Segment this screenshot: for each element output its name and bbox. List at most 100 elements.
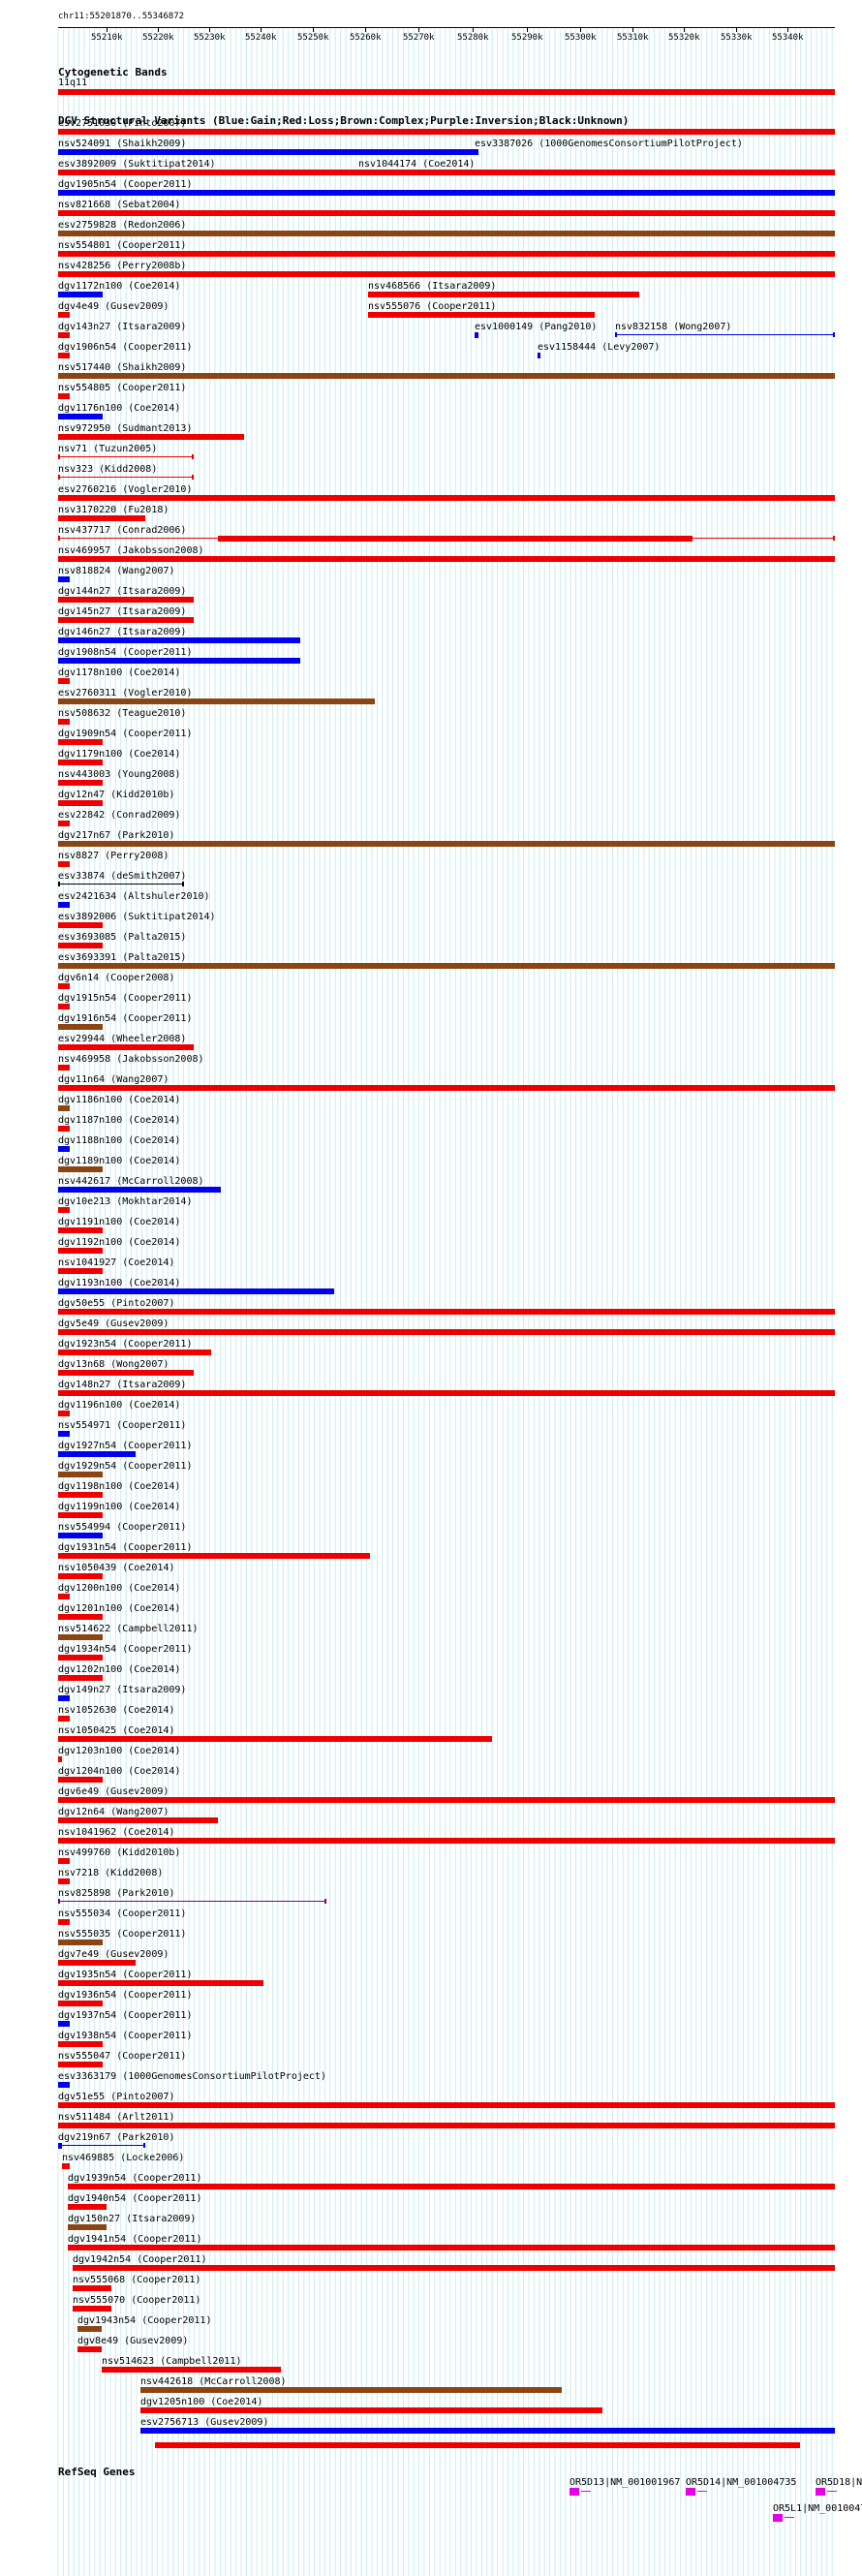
variant-bar[interactable] [68,2184,835,2189]
variant-label[interactable]: nsv832158 (Wong2007) [615,322,731,333]
variant-label[interactable]: esv3363179 (1000GenomesConsortiumPilotPr… [58,2071,326,2083]
variant-bar[interactable] [58,210,835,216]
variant-bar[interactable] [102,2367,281,2373]
variant-label[interactable]: nsv818824 (Wang2007) [58,566,174,577]
variant-label[interactable]: dgv1186n100 (Coe2014) [58,1095,180,1106]
variant-bar[interactable] [58,456,194,457]
variant-bar[interactable] [58,1024,103,1030]
variant-bar[interactable] [58,1980,263,1986]
variant-label[interactable]: dgv1188n100 (Coe2014) [58,1135,180,1147]
variant-label[interactable]: dgv10e213 (Mokhtar2014) [58,1196,192,1208]
variant-bar[interactable] [58,149,475,155]
variant-bar[interactable] [58,597,194,603]
variant-bar[interactable] [58,1797,835,1803]
variant-bar[interactable] [58,2021,70,2027]
variant-bar-segment[interactable] [218,536,693,542]
variant-label[interactable]: esv33874 (deSmith2007) [58,871,186,883]
variant-bar[interactable] [58,1512,103,1518]
variant-bar[interactable] [58,1472,103,1477]
variant-bar[interactable] [77,2326,102,2332]
variant-bar[interactable] [58,922,103,928]
gene-bar[interactable] [686,2488,695,2496]
gene-bar[interactable] [816,2488,825,2496]
variant-label[interactable]: esv3387026 (1000GenomesConsortiumPilotPr… [475,139,743,150]
variant-bar[interactable] [58,1004,70,1009]
variant-bar[interactable] [58,1390,835,1396]
variant-bar[interactable] [58,1431,70,1437]
variant-bar[interactable] [58,1878,70,1884]
variant-bar[interactable] [58,963,835,969]
variant-bar[interactable] [58,1695,70,1701]
variant-bar[interactable] [615,334,835,335]
variant-bar[interactable] [58,1492,103,1498]
variant-bar[interactable] [73,2285,111,2291]
variant-bar[interactable] [58,2062,103,2067]
variant-bar[interactable] [58,2102,835,2108]
variant-bar[interactable] [58,292,103,297]
variant-bar[interactable] [58,884,184,885]
variant-bar[interactable] [58,1777,103,1783]
variant-bar[interactable] [58,576,70,582]
variant-bar-segment[interactable] [58,2143,62,2149]
variant-bar[interactable] [368,312,595,318]
variant-bar[interactable] [58,1960,136,1966]
variant-bar[interactable] [58,1207,70,1213]
variant-bar[interactable] [58,2082,70,2088]
variant-bar[interactable] [58,637,300,643]
variant-label[interactable]: nsv555034 (Cooper2011) [58,1909,186,1920]
variant-label[interactable]: nsv554971 (Cooper2011) [58,1420,186,1432]
variant-bar[interactable] [58,1756,62,1762]
variant-bar[interactable] [58,698,375,704]
variant-bar[interactable] [475,332,478,338]
variant-bar[interactable] [58,719,70,725]
variant-bar[interactable] [58,1553,370,1559]
variant-bar[interactable] [58,1350,211,1355]
variant-bar[interactable] [58,1411,70,1416]
variant-bar[interactable] [58,1573,103,1579]
variant-label[interactable]: nsv7218 (Kidd2008) [58,1868,163,1879]
variant-bar[interactable] [58,1716,70,1722]
variant-bar[interactable] [68,2245,835,2250]
variant-bar[interactable] [58,1248,103,1254]
variant-bar[interactable] [58,1533,103,1538]
variant-bar[interactable] [140,2428,835,2434]
variant-bar[interactable] [140,2407,602,2413]
variant-bar[interactable] [58,841,835,847]
variant-bar[interactable] [58,1268,103,1274]
variant-label[interactable]: dgv4e49 (Gusev2009) [58,301,169,313]
variant-bar[interactable] [58,943,103,948]
variant-label[interactable]: nsv469958 (Jakobsson2008) [58,1054,204,1066]
variant-label[interactable]: dgv143n27 (Itsara2009) [58,322,186,333]
variant-bar[interactable] [58,434,244,440]
variant-bar[interactable] [58,1675,103,1681]
variant-label[interactable]: dgv1937n54 (Cooper2011) [58,2010,192,2022]
variant-bar[interactable] [58,556,835,562]
variant-bar[interactable] [58,373,835,379]
variant-bar[interactable] [58,1858,70,1864]
variant-bar[interactable] [58,861,70,867]
variant-bar[interactable] [73,2265,835,2271]
variant-bar[interactable] [58,983,70,989]
variant-label[interactable]: dgv1200n100 (Coe2014) [58,1583,180,1595]
variant-bar[interactable] [73,2306,111,2312]
variant-bar[interactable] [58,1288,334,1294]
gene-bar[interactable] [773,2514,783,2522]
variant-bar[interactable] [58,332,70,338]
variant-bar[interactable] [58,2001,103,2006]
variant-bar[interactable] [58,800,103,806]
variant-bar[interactable] [475,149,478,155]
variant-bar[interactable] [58,495,835,501]
variant-bar[interactable] [58,129,835,135]
variant-bar[interactable] [58,1817,218,1823]
variant-label[interactable]: nsv323 (Kidd2008) [58,464,157,476]
variant-bar[interactable] [58,1634,103,1640]
gene-label[interactable]: OR5D13|NM_001001967 [570,2477,680,2489]
variant-bar[interactable] [58,1166,103,1172]
variant-bar[interactable] [58,231,835,236]
variant-label[interactable]: nsv554805 (Cooper2011) [58,383,186,394]
variant-bar[interactable] [58,1227,103,1233]
variant-bar[interactable] [58,1105,70,1111]
variant-bar[interactable] [58,760,103,765]
variant-bar[interactable] [58,1126,70,1132]
variant-bar[interactable] [58,678,70,684]
